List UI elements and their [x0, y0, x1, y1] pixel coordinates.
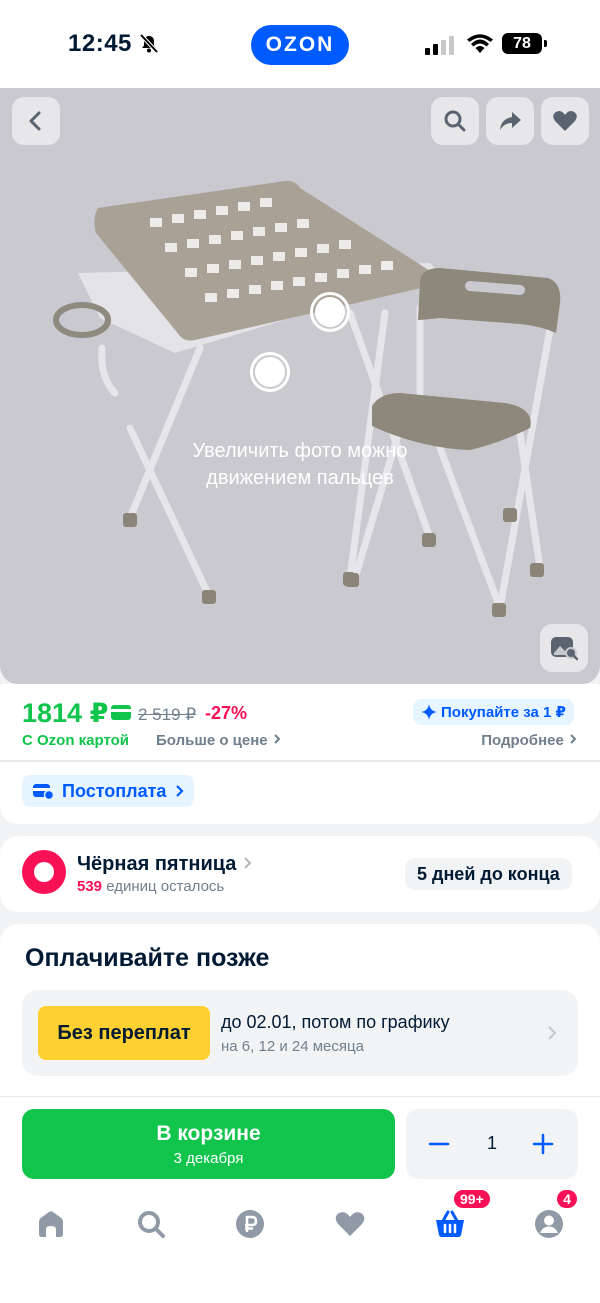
pay-later-terms: до 02.01, потом по графику [221, 1012, 450, 1032]
postpay-chip[interactable]: Постоплата [22, 775, 195, 807]
profile-icon [535, 1210, 563, 1238]
promo-remaining-text: единиц осталось [106, 878, 225, 895]
chevron-right-icon [244, 857, 252, 869]
price-section: 1814 ₽ 2 519 ₽ -27% Покупайте за 1 ₽ С O… [0, 684, 600, 760]
chevron-right-icon [570, 734, 577, 744]
search-button[interactable] [431, 97, 479, 145]
discount-percent: -27% [205, 703, 248, 723]
buy-for-1-ruble-badge[interactable]: Покупайте за 1 ₽ [413, 699, 574, 725]
sparkle-icon [421, 704, 437, 720]
pay-later-months: на 6, 12 и 24 месяца [221, 1038, 364, 1055]
in-cart-label: В корзине [156, 1121, 261, 1145]
old-price: 2 519 ₽ [138, 705, 197, 724]
zoom-hint-line-2: движением пальцев [206, 467, 394, 489]
heart-icon [335, 1212, 365, 1236]
postpay-label: Постоплата [62, 780, 167, 801]
no-overpay-badge: Без переплат [38, 1006, 210, 1060]
search-icon [444, 110, 466, 132]
details-link[interactable]: Подробнее [481, 732, 578, 749]
chevron-left-icon [29, 111, 41, 131]
promo-logo-icon [22, 850, 66, 894]
ozon-card-price: 1814 ₽ [22, 698, 109, 728]
profile-notification-badge: 4 [555, 1188, 579, 1210]
share-button[interactable] [486, 97, 534, 145]
promo-title: Чёрная пятница [77, 853, 252, 876]
image-search-icon [551, 637, 578, 661]
product-gallery[interactable]: Увеличить фото можно движением пальцев [0, 88, 600, 684]
heart-icon [553, 111, 577, 131]
tab-favorites[interactable] [330, 1204, 370, 1244]
pay-later-title: Оплачивайте позже [25, 944, 270, 972]
clock: 12:45 [68, 30, 132, 57]
home-icon [39, 1211, 63, 1237]
tab-home[interactable] [31, 1204, 71, 1244]
zoom-hint-line-1: Увеличить фото можно [192, 440, 408, 462]
pay-later-card[interactable]: Без переплат до 02.01, потом по графику … [22, 990, 578, 1076]
promo-remaining: 539 единиц осталось [77, 878, 224, 895]
tab-cart[interactable]: 99+ [430, 1188, 492, 1244]
more-about-price-label: Больше о цене [156, 732, 268, 749]
battery-indicator: 78 [502, 33, 547, 54]
minus-icon[interactable] [428, 1133, 450, 1155]
delivery-date: 3 декабря [173, 1149, 244, 1167]
chevron-right-icon [548, 1026, 557, 1040]
cellular-signal-icon [425, 36, 454, 55]
zoom-gesture-dot [310, 292, 350, 332]
in-cart-button[interactable]: В корзине 3 декабря [22, 1109, 395, 1179]
back-button[interactable] [12, 97, 60, 145]
ozon-card-label: С Ozon картой [22, 732, 130, 749]
search-icon [138, 1211, 165, 1238]
chevron-right-icon [176, 785, 184, 797]
quantity-stepper: 1 [406, 1109, 578, 1179]
zoom-hint: Увеличить фото можно движением пальцев [0, 438, 600, 492]
product-image [53, 180, 561, 617]
status-bar: 12:45 OZON 78 [0, 0, 600, 88]
promo-remaining-count: 539 [77, 878, 103, 895]
plus-icon[interactable] [532, 1133, 554, 1155]
ozon-card-icon [111, 705, 131, 720]
share-icon [500, 112, 521, 130]
quantity-value: 1 [486, 1133, 497, 1153]
pay-later-section: Оплачивайте позже Без переплат до 02.01,… [0, 924, 600, 1100]
cart-count-badge: 99+ [452, 1188, 492, 1210]
postpay-section: Постоплата [0, 762, 600, 824]
black-friday-promo[interactable]: Чёрная пятница 539 единиц осталось 5 дне… [0, 836, 600, 912]
details-label: Подробнее [481, 732, 564, 749]
tab-bar: 99+ 4 [0, 1188, 600, 1274]
visual-search-button[interactable] [540, 624, 588, 672]
tab-profile[interactable]: 4 [529, 1188, 579, 1244]
buy-for-1-ruble-label: Покупайте за 1 ₽ [441, 704, 566, 721]
zoom-gesture-dot [250, 352, 290, 392]
bell-muted-icon [139, 33, 159, 54]
tab-finance[interactable] [230, 1204, 270, 1244]
card-clock-icon [33, 784, 54, 800]
ozon-logo: OZON [251, 25, 349, 65]
tab-catalog-search[interactable] [131, 1204, 171, 1244]
basket-icon [436, 1210, 464, 1237]
promo-title-label: Чёрная пятница [77, 853, 237, 875]
favorite-button[interactable] [541, 97, 589, 145]
ruble-icon [236, 1210, 264, 1238]
chevron-right-icon [274, 734, 281, 744]
more-about-price-link[interactable]: Больше о цене [156, 732, 282, 749]
wifi-icon [467, 34, 493, 53]
promo-timer: 5 дней до конца [405, 858, 572, 890]
